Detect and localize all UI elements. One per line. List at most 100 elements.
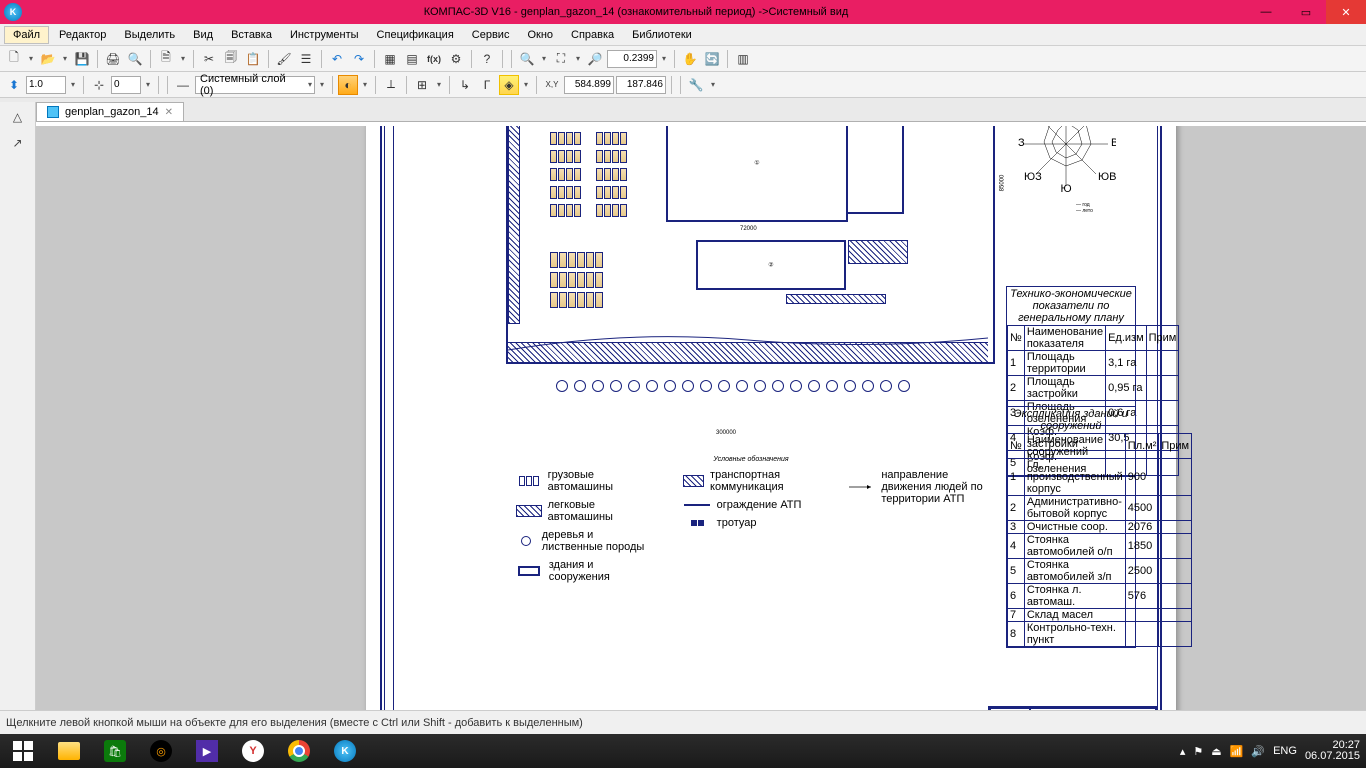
hatch-block-2 bbox=[786, 294, 886, 304]
layer-select[interactable]: Системный слой (0) bbox=[195, 76, 315, 94]
close-tab-icon[interactable]: ✕ bbox=[165, 107, 173, 118]
close-button[interactable]: ✕ bbox=[1326, 0, 1366, 24]
save-button[interactable]: 💾 bbox=[72, 49, 92, 69]
menu-libs[interactable]: Библиотеки bbox=[624, 27, 700, 43]
tree-row bbox=[556, 380, 910, 392]
tray-volume-icon[interactable]: 🔊 bbox=[1251, 745, 1265, 758]
document-tab[interactable]: genplan_gazon_14 ✕ bbox=[36, 102, 184, 121]
open-button[interactable]: 📂 bbox=[38, 49, 58, 69]
task-store[interactable]: 🛍 bbox=[92, 734, 138, 768]
tray-up-icon[interactable]: ▴ bbox=[1180, 745, 1186, 758]
coord-label: X,Y bbox=[542, 75, 562, 95]
new-button[interactable]: 🗋 bbox=[4, 49, 24, 69]
rebuild-button[interactable]: 🔄 bbox=[702, 49, 722, 69]
tray-network-icon[interactable]: 📶 bbox=[1230, 745, 1244, 758]
task-kompas[interactable]: K bbox=[322, 734, 368, 768]
parking-row-2b bbox=[596, 132, 627, 145]
window-arrange-button[interactable]: ▥ bbox=[733, 49, 753, 69]
open-dropdown[interactable]: ▾ bbox=[60, 54, 70, 63]
hatch-left bbox=[508, 126, 520, 324]
parking-row-8 bbox=[550, 272, 603, 288]
manager-button[interactable]: ▦ bbox=[380, 49, 400, 69]
preview-button[interactable]: 🔍 bbox=[125, 49, 145, 69]
coord-y-input[interactable] bbox=[616, 76, 666, 94]
menu-insert[interactable]: Вставка bbox=[223, 27, 280, 43]
dim-right: 85000 bbox=[1000, 175, 1006, 192]
coord-x-input[interactable] bbox=[564, 76, 614, 94]
task-player[interactable]: ▶ bbox=[184, 734, 230, 768]
window-title: КОМПАС-3D V16 - genplan_gazon_14 (ознако… bbox=[26, 6, 1246, 18]
menu-editor[interactable]: Редактор bbox=[51, 27, 114, 43]
pan-button[interactable]: ✋ bbox=[680, 49, 700, 69]
fx-button[interactable]: f(x) bbox=[424, 49, 444, 69]
zoom-window-button[interactable]: 🔍 bbox=[517, 49, 537, 69]
tray-lang[interactable]: ENG bbox=[1273, 745, 1297, 757]
task-aimp[interactable]: ◎ bbox=[138, 734, 184, 768]
building-main: ① bbox=[666, 126, 848, 222]
style-button[interactable]: ⬍ bbox=[4, 75, 24, 95]
canvas[interactable]: ① ② bbox=[36, 126, 1366, 710]
minimize-button[interactable]: — bbox=[1246, 0, 1286, 24]
svg-text:Ю: Ю bbox=[1060, 183, 1071, 194]
help-pointer-button[interactable]: ? bbox=[477, 49, 497, 69]
table-explication: Экспликация зданий и сооружений №Наимено… bbox=[1006, 406, 1136, 648]
maximize-button[interactable]: ▭ bbox=[1286, 0, 1326, 24]
tray-usb-icon[interactable]: ⏏ bbox=[1211, 745, 1221, 758]
zoom-realtime-button[interactable]: 🔎 bbox=[585, 49, 605, 69]
menu-view[interactable]: Вид bbox=[185, 27, 221, 43]
tools-ext-button[interactable]: 🔧 bbox=[686, 75, 706, 95]
variables-button[interactable]: ⚙ bbox=[446, 49, 466, 69]
parking-row-6 bbox=[550, 204, 581, 217]
ortho-button[interactable]: Γ bbox=[477, 75, 497, 95]
menu-tools[interactable]: Инструменты bbox=[282, 27, 367, 43]
system-tray: ▴ ⚑ ⏏ 📶 🔊 ENG 20:27 06.07.2015 bbox=[1180, 740, 1366, 762]
side-palette: △ ↗ bbox=[0, 102, 36, 710]
menu-select[interactable]: Выделить bbox=[116, 27, 183, 43]
menu-file[interactable]: Файл bbox=[4, 26, 49, 44]
start-button[interactable] bbox=[0, 734, 46, 768]
color-swatch[interactable]: ◐ bbox=[338, 75, 358, 95]
task-yandex[interactable]: Y bbox=[230, 734, 276, 768]
statusbar: Щелкните левой кнопкой мыши на объекте д… bbox=[0, 710, 1366, 734]
format-paint-button[interactable]: 🖌 bbox=[274, 49, 294, 69]
scale-input[interactable] bbox=[26, 76, 66, 94]
palette-geometry[interactable]: △ bbox=[7, 106, 29, 128]
new-dropdown[interactable]: ▾ bbox=[26, 54, 36, 63]
palette-move[interactable]: ↗ bbox=[7, 132, 29, 154]
task-explorer[interactable] bbox=[46, 734, 92, 768]
parking-row-7 bbox=[550, 252, 603, 268]
cut-button[interactable]: ✂ bbox=[199, 49, 219, 69]
grid-button[interactable]: ⊞ bbox=[412, 75, 432, 95]
taskbar: 🛍 ◎ ▶ Y K ▴ ⚑ ⏏ 📶 🔊 ENG 20:27 06.07.2015 bbox=[0, 734, 1366, 768]
linetype-button[interactable]: — bbox=[173, 75, 193, 95]
tray-clock[interactable]: 20:27 06.07.2015 bbox=[1305, 740, 1360, 762]
task-chrome[interactable] bbox=[276, 734, 322, 768]
zoom-input[interactable] bbox=[607, 50, 657, 68]
doc-manager-button[interactable]: ▤ bbox=[402, 49, 422, 69]
menu-help[interactable]: Справка bbox=[563, 27, 622, 43]
print-preview-button[interactable]: 🗎 bbox=[156, 49, 176, 69]
snap-global-button[interactable]: ◈ bbox=[499, 75, 519, 95]
redo-button[interactable]: ↷ bbox=[349, 49, 369, 69]
tray-flag-icon[interactable]: ⚑ bbox=[1193, 745, 1203, 758]
zoom-fit-button[interactable]: ⛶ bbox=[551, 49, 571, 69]
parking-row-3 bbox=[550, 150, 581, 163]
properties-button[interactable]: ☰ bbox=[296, 49, 316, 69]
undo-button[interactable]: ↶ bbox=[327, 49, 347, 69]
parking-row-9 bbox=[550, 292, 603, 308]
menu-service[interactable]: Сервис bbox=[464, 27, 518, 43]
menu-spec[interactable]: Спецификация bbox=[369, 27, 462, 43]
parking-row-2 bbox=[550, 132, 581, 145]
svg-text:В: В bbox=[1111, 137, 1116, 149]
toolbar-standard: 🗋▾ 📂▾ 💾 🖨 🔍 🗎▾ ✂ 🗐 📋 🖌 ☰ ↶ ↷ ▦ ▤ f(x) ⚙ … bbox=[0, 46, 1366, 72]
snap-button[interactable]: ⊹ bbox=[89, 75, 109, 95]
copy-button[interactable]: 🗐 bbox=[221, 49, 241, 69]
print-button[interactable]: 🖨 bbox=[103, 49, 123, 69]
lcs-button[interactable]: ↳ bbox=[455, 75, 475, 95]
menu-window[interactable]: Окно bbox=[519, 27, 561, 43]
site-plan: ① ② bbox=[486, 126, 1031, 440]
step-input[interactable] bbox=[111, 76, 141, 94]
paste-button[interactable]: 📋 bbox=[243, 49, 263, 69]
dim-button[interactable]: ⟂ bbox=[381, 75, 401, 95]
svg-text:З: З bbox=[1018, 137, 1025, 149]
